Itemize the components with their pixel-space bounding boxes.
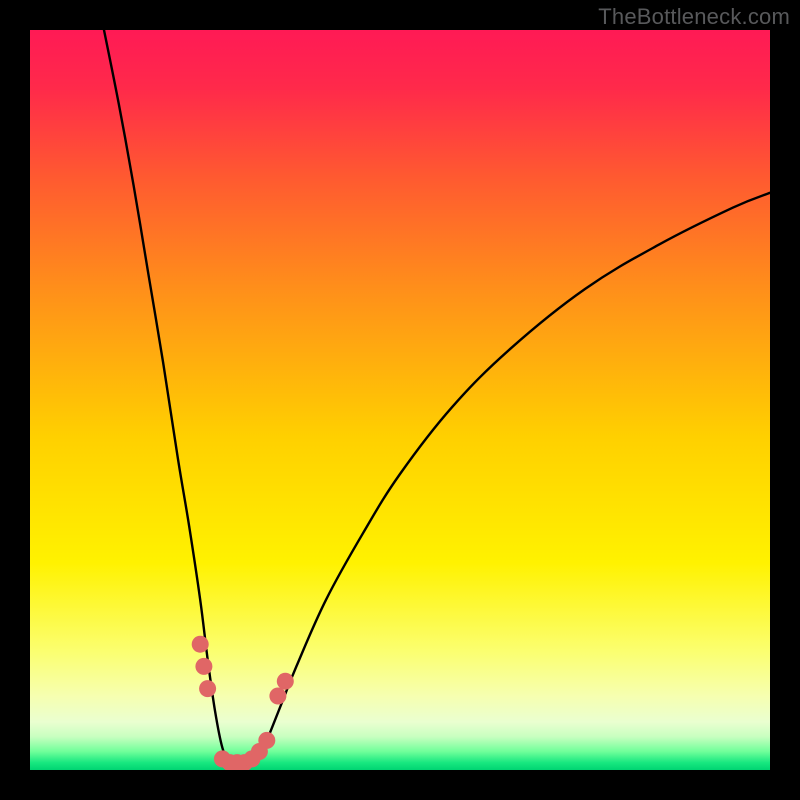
marker-dot xyxy=(195,658,212,675)
watermark-text: TheBottleneck.com xyxy=(598,4,790,30)
marker-dot xyxy=(277,673,294,690)
marker-dot xyxy=(199,680,216,697)
marker-dot xyxy=(258,732,275,749)
bottleneck-curve xyxy=(104,30,770,767)
marker-dot xyxy=(192,636,209,653)
curve-layer xyxy=(30,30,770,770)
plot-area xyxy=(30,30,770,770)
chart-frame: TheBottleneck.com xyxy=(0,0,800,800)
marker-dot xyxy=(269,688,286,705)
